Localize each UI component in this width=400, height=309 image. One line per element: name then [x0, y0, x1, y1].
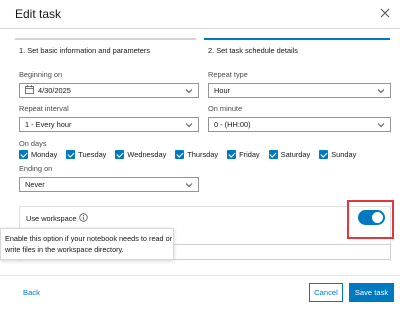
step-1-label[interactable]: 1. Set basic information and parameters	[19, 46, 150, 55]
ending-on-value: Never	[25, 180, 45, 189]
checkbox-checked-icon	[227, 150, 237, 159]
on-days-label: On days	[19, 139, 47, 148]
checkbox-checked-icon	[115, 150, 125, 159]
ending-on-label: Ending on	[19, 164, 53, 173]
checkbox-sunday[interactable]: Sunday	[319, 150, 356, 159]
repeat-interval-label: Repeat interval	[19, 104, 69, 113]
chevron-down-icon	[185, 183, 193, 188]
checkbox-monday[interactable]: Monday	[19, 150, 57, 159]
toggle-knob	[372, 212, 383, 223]
on-days-checkbox-group: Monday Tuesday Wednesday Thursday Friday…	[19, 150, 356, 159]
checkbox-tuesday[interactable]: Tuesday	[66, 150, 106, 159]
calendar-icon	[25, 85, 34, 94]
repeat-type-value: Hour	[214, 86, 231, 95]
checkbox-thursday[interactable]: Thursday	[175, 150, 218, 159]
chevron-down-icon	[377, 123, 385, 128]
chevron-down-icon	[185, 123, 193, 128]
use-workspace-label: Use workspace	[26, 214, 77, 223]
workspace-field[interactable]	[168, 244, 391, 260]
chevron-down-icon	[185, 89, 193, 94]
beginning-on-label: Beginning on	[19, 70, 63, 79]
checkbox-checked-icon	[175, 150, 185, 159]
use-workspace-toggle[interactable]	[358, 210, 385, 225]
on-minute-select[interactable]: 0 - (HH:00)	[208, 117, 391, 132]
repeat-type-label: Repeat type	[208, 70, 248, 79]
repeat-interval-value: 1 - Every hour	[25, 120, 72, 129]
day-label: Thursday	[187, 150, 219, 159]
beginning-on-date-picker[interactable]: 4/30/2025	[19, 83, 199, 98]
header-divider	[0, 28, 400, 29]
on-minute-value: 0 - (HH:00)	[214, 120, 251, 129]
day-label: Tuesday	[78, 150, 107, 159]
checkbox-checked-icon	[19, 150, 28, 159]
step-1-indicator	[15, 38, 196, 40]
on-minute-label: On minute	[208, 104, 243, 113]
dialog-title: Edit task	[15, 7, 62, 21]
chevron-down-icon	[377, 89, 385, 94]
day-label: Friday	[239, 150, 260, 159]
day-label: Saturday	[280, 150, 311, 159]
checkbox-checked-icon	[319, 150, 329, 159]
day-label: Sunday	[331, 150, 357, 159]
cancel-button[interactable]: Cancel	[309, 283, 343, 302]
checkbox-saturday[interactable]: Saturday	[268, 150, 311, 159]
back-button[interactable]: Back	[23, 288, 40, 297]
checkbox-wednesday[interactable]: Wednesday	[115, 150, 166, 159]
day-label: Wednesday	[127, 150, 167, 159]
info-icon[interactable]	[79, 213, 88, 222]
beginning-on-value: 4/30/2025	[38, 86, 71, 95]
repeat-interval-select[interactable]: 1 - Every hour	[19, 117, 199, 132]
day-label: Monday	[31, 150, 58, 159]
footer-divider	[0, 275, 400, 276]
checkbox-checked-icon	[66, 150, 76, 159]
repeat-type-select[interactable]: Hour	[208, 83, 391, 98]
step-2-label[interactable]: 2. Set task schedule details	[208, 46, 298, 55]
checkbox-friday[interactable]: Friday	[227, 150, 260, 159]
close-icon[interactable]	[380, 8, 390, 18]
save-task-button[interactable]: Save task	[349, 283, 394, 302]
workspace-tooltip: Enable this option if your notebook need…	[0, 228, 174, 260]
step-2-indicator	[204, 38, 390, 40]
edit-task-dialog: Edit task 1. Set basic information and p…	[0, 0, 400, 309]
ending-on-select[interactable]: Never	[19, 177, 199, 192]
checkbox-checked-icon	[268, 150, 278, 159]
